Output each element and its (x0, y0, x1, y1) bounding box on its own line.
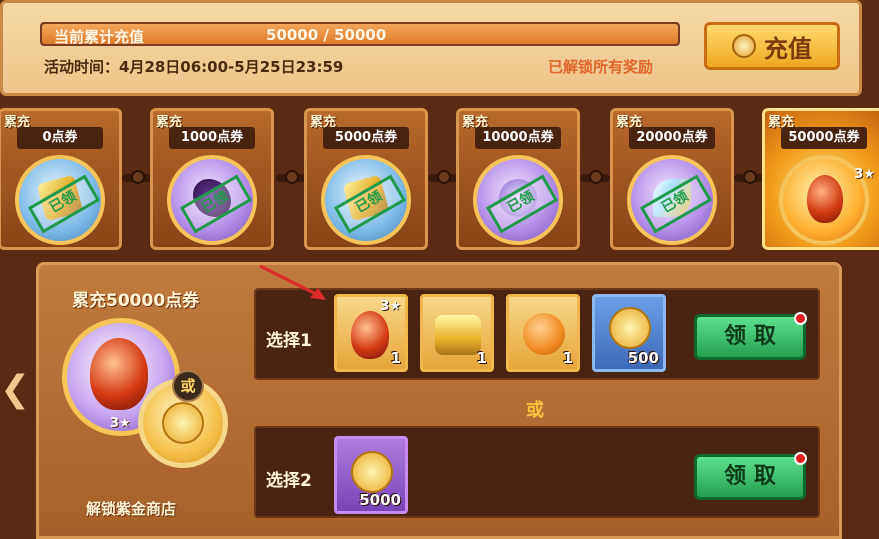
tier-card-0[interactable]: 累充 0点券 已领 (0, 108, 122, 250)
tier-orb: 已领 (15, 155, 105, 245)
slot-count: 1 (390, 349, 401, 367)
recharge-button-label: 充值 (764, 34, 812, 63)
event-time: 活动时间：4月28日06:00-5月25日23:59 (44, 58, 344, 76)
or-badge: 或 (172, 370, 204, 402)
tier-orb: 已领 (473, 155, 563, 245)
slot-count: 1 (562, 349, 573, 367)
slot-count: 1 (476, 349, 487, 367)
reward-slot[interactable]: 5000 (334, 436, 408, 514)
coin-icon (732, 34, 756, 58)
reward-slot[interactable]: 500 (592, 294, 666, 372)
slot-stars: 3★ (380, 299, 401, 314)
tier-connector (122, 170, 152, 184)
tier-label: 5000点券 (323, 127, 409, 149)
reward-slot[interactable]: 1 (420, 294, 494, 372)
claim-button-label: 领 取 (724, 464, 776, 489)
tier-connector (734, 170, 764, 184)
slot-count: 5000 (359, 491, 401, 509)
claim-button-label: 领 取 (724, 324, 776, 349)
yarn-ball-icon (523, 313, 565, 355)
tier-track: 累充 0点券 已领 累充 1000点券 已领 累充 5000点券 已领 累充 1… (0, 104, 879, 254)
tier-connector (580, 170, 610, 184)
progress-label: 当前累计充值 (54, 28, 145, 46)
purple-gold-coin-icon (162, 402, 204, 444)
or-divider: 或 (526, 400, 544, 421)
tier-orb: 已领 (321, 155, 411, 245)
tier-card-5000[interactable]: 累充 5000点券 已领 (304, 108, 428, 250)
tier-orb: 已领 (627, 155, 717, 245)
hammer-medal-icon (609, 307, 651, 349)
claim-option-2-button[interactable]: 领 取 (694, 452, 807, 500)
reward-slot[interactable]: 3★ 1 (334, 294, 408, 372)
gold-chest-icon (435, 315, 481, 355)
pointer-arrow-icon (259, 264, 326, 300)
reward-slot[interactable]: 1 (506, 294, 580, 372)
notification-dot (794, 312, 807, 325)
tier-card-1000[interactable]: 累充 1000点券 已领 (150, 108, 274, 250)
tier-card-20000[interactable]: 累充 20000点券 已领 (610, 108, 734, 250)
fire-egg-icon (351, 311, 389, 359)
unlock-status: 已解锁所有奖励 (548, 58, 654, 76)
fire-egg-icon (90, 338, 148, 410)
notification-dot (794, 452, 807, 465)
option-2-label: 选择2 (266, 471, 312, 491)
reward-stars: 3★ (110, 416, 131, 431)
tier-label: 10000点券 (475, 127, 561, 149)
tier-label: 50000点券 (781, 127, 867, 149)
purple-gold-coin-icon (351, 451, 393, 493)
tier-connector (428, 170, 458, 184)
tier-label: 0点券 (17, 127, 103, 149)
tier-connector (276, 170, 306, 184)
claim-option-1-button[interactable]: 领 取 (694, 312, 807, 360)
tier-card-50000[interactable]: 累充 50000点券 3★ (762, 108, 879, 250)
progress-value: 50000 / 50000 (266, 26, 387, 44)
recharge-button[interactable]: 充值 (704, 22, 840, 70)
slot-count: 500 (627, 349, 659, 367)
tier-orb: 已领 (167, 155, 257, 245)
tier-label: 20000点券 (629, 127, 715, 149)
star-badge: 3★ (854, 167, 875, 182)
unlock-shop-label: 解锁紫金商店 (86, 500, 177, 518)
option-1-label: 选择1 (266, 331, 312, 351)
tier-label: 1000点券 (169, 127, 255, 149)
tier-card-10000[interactable]: 累充 10000点券 已领 (456, 108, 580, 250)
reward-title: 累充50000点券 (72, 291, 200, 311)
prev-page-arrow-icon[interactable]: ❮ (0, 370, 30, 410)
egg-icon (807, 175, 843, 223)
